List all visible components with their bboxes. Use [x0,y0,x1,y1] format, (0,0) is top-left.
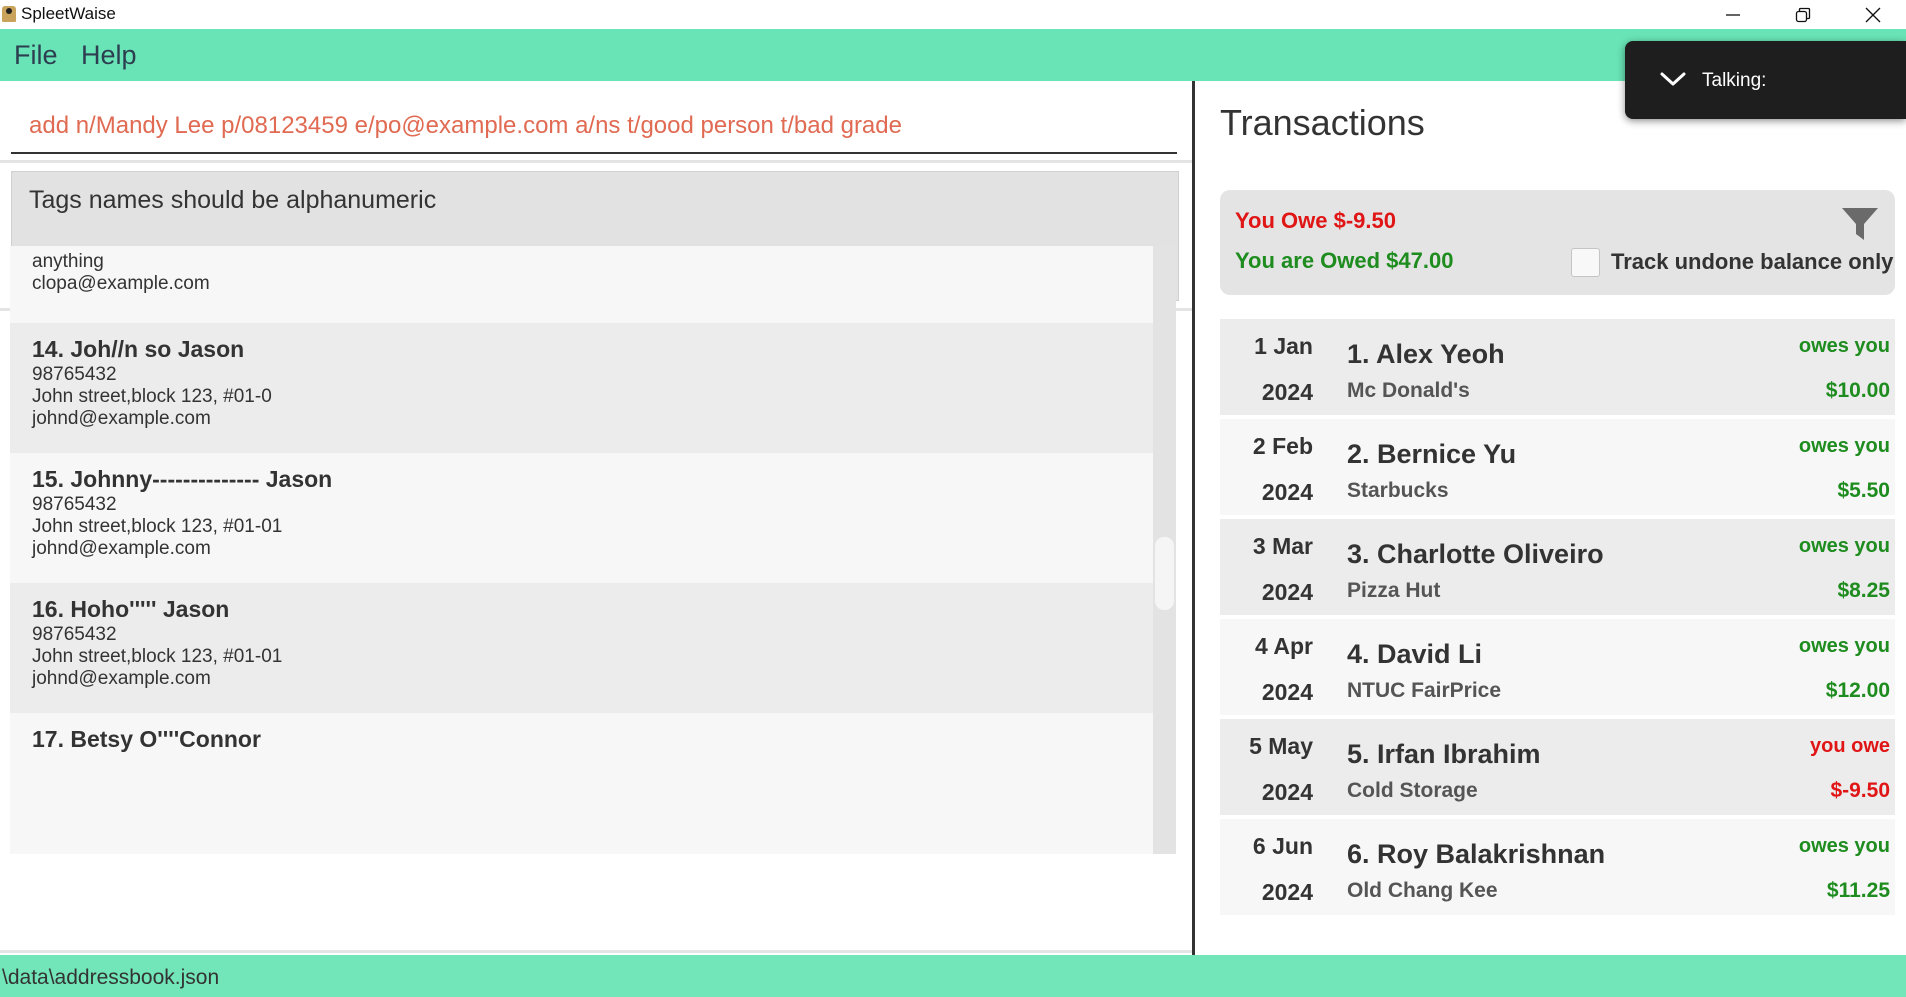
transaction-row[interactable]: 1 Jan 2024 1. Alex Yeoh Mc Donald's owes… [1220,319,1895,415]
transaction-date: 1 Jan [1254,333,1313,359]
person-name: 16. Hoho''''' Jason [32,596,230,622]
transaction-row[interactable]: 6 Jun 2024 6. Roy Balakrishnan Old Chang… [1220,819,1895,915]
title-bar: SpleetWaise [0,0,1906,29]
menu-bar: File Help [0,29,1906,81]
restore-button[interactable] [1768,0,1838,29]
person-card[interactable]: anything clopa@example.com [10,246,1153,323]
transaction-status: owes you [1798,635,1890,657]
transaction-date: 2 Feb [1252,433,1313,459]
transaction-year: 2024 [1261,879,1313,905]
transaction-date: 6 Jun [1252,833,1313,859]
restore-icon [1795,7,1811,22]
person-list[interactable]: anything clopa@example.com 14. Joh//n so… [10,246,1153,854]
person-address: John street,block 123, #01-01 [32,646,283,667]
person-phone: 98765432 [32,364,117,385]
transaction-description: Mc Donald's [1347,379,1470,402]
transaction-amount: $12.00 [1825,679,1890,702]
transaction-date: 3 Mar [1252,533,1313,559]
scrollbar-thumb[interactable] [1155,537,1174,610]
talking-overlay[interactable]: Talking: [1625,41,1906,119]
track-undone-checkbox[interactable] [1571,248,1600,277]
person-address: John street,block 123, #01-0 [32,386,272,407]
minimize-icon [1726,13,1740,16]
transaction-person: 5. Irfan Ibrahim [1347,739,1541,769]
minimize-button[interactable] [1698,0,1768,29]
transaction-status: owes you [1798,535,1890,557]
transaction-status: owes you [1798,435,1890,457]
transaction-date: 4 Apr [1255,633,1313,659]
transaction-amount: $5.50 [1837,479,1890,502]
transaction-description: Cold Storage [1347,779,1478,802]
transaction-year: 2024 [1261,679,1313,705]
transaction-status: you owe [1809,735,1890,757]
transaction-person: 3. Charlotte Oliveiro [1347,539,1604,569]
transaction-date: 5 May [1249,733,1313,759]
transaction-amount: $-9.50 [1830,779,1890,802]
result-message: Tags names should be alphanumeric [29,186,437,214]
transaction-amount: $11.25 [1826,879,1890,902]
transaction-row[interactable]: 2 Feb 2024 2. Bernice Yu Starbucks owes … [1220,419,1895,515]
divider [0,950,1192,953]
transaction-year: 2024 [1261,479,1313,505]
person-card[interactable]: 14. Joh//n so Jason 98765432 John street… [10,323,1153,453]
transaction-description: Old Chang Kee [1347,879,1498,902]
transaction-amount: $10.00 [1825,379,1890,402]
person-name: 17. Betsy O''''Connor [32,726,261,752]
pane-divider[interactable] [1192,81,1195,955]
track-undone-label: Track undone balance only [1611,249,1894,274]
person-card[interactable]: 16. Hoho''''' Jason 98765432 John street… [10,583,1153,713]
transaction-description: Pizza Hut [1347,579,1441,602]
transaction-status: owes you [1798,835,1890,857]
person-phone: 98765432 [32,494,117,515]
transaction-description: NTUC FairPrice [1347,679,1502,702]
you-are-owed-total: You are Owed $47.00 [1235,248,1454,273]
person-phone: 98765432 [32,624,117,645]
transaction-amount: $8.25 [1837,579,1890,602]
command-text: add n/Mandy Lee p/08123459 e/po@example.… [29,112,902,139]
transaction-year: 2024 [1261,379,1313,405]
transaction-description: Starbucks [1347,479,1449,502]
person-card[interactable]: 15. Johnny-------------- Jason 98765432 … [10,453,1153,583]
close-icon [1865,7,1881,22]
filter-icon[interactable] [1840,204,1880,244]
transaction-year: 2024 [1261,779,1313,805]
save-location: \data\addressbook.json [2,966,220,989]
menu-help[interactable]: Help [81,40,137,71]
transaction-status: owes you [1798,335,1890,357]
person-email: johnd@example.com [32,408,211,429]
transaction-person: 6. Roy Balakrishnan [1347,839,1606,869]
person-name: 14. Joh//n so Jason [32,336,245,362]
transaction-person: 4. David Li [1347,639,1483,669]
command-input[interactable]: add n/Mandy Lee p/08123459 e/po@example.… [11,102,1177,154]
app-icon [2,6,16,22]
transaction-row[interactable]: 3 Mar 2024 3. Charlotte Oliveiro Pizza H… [1220,519,1895,615]
menu-file[interactable]: File [14,40,58,71]
talking-label: Talking: [1702,70,1767,91]
person-email: johnd@example.com [32,668,211,689]
transaction-row[interactable]: 5 May 2024 5. Irfan Ibrahim Cold Storage… [1220,719,1895,815]
balance-summary: You Owe $-9.50 You are Owed $47.00 Track… [1220,190,1895,295]
person-email: clopa@example.com [32,273,210,294]
person-card[interactable]: 17. Betsy O''''Connor [10,713,1153,854]
window-title: SpleetWaise [21,4,116,23]
person-address: John street,block 123, #01-01 [32,516,283,537]
transaction-person: 2. Bernice Yu [1347,439,1517,469]
status-bar: \data\addressbook.json [0,955,1906,997]
person-email: johnd@example.com [32,538,211,559]
transaction-person: 1. Alex Yeoh [1347,339,1505,369]
transactions-title: Transactions [1220,102,1425,143]
you-owe-total: You Owe $-9.50 [1235,208,1396,233]
chevron-down-icon[interactable] [1659,70,1687,88]
person-name: 15. Johnny-------------- Jason [32,466,333,492]
person-tag: anything [32,251,104,272]
close-button[interactable] [1838,0,1906,29]
transaction-year: 2024 [1261,579,1313,605]
divider [0,160,1192,163]
transaction-row[interactable]: 4 Apr 2024 4. David Li NTUC FairPrice ow… [1220,619,1895,715]
